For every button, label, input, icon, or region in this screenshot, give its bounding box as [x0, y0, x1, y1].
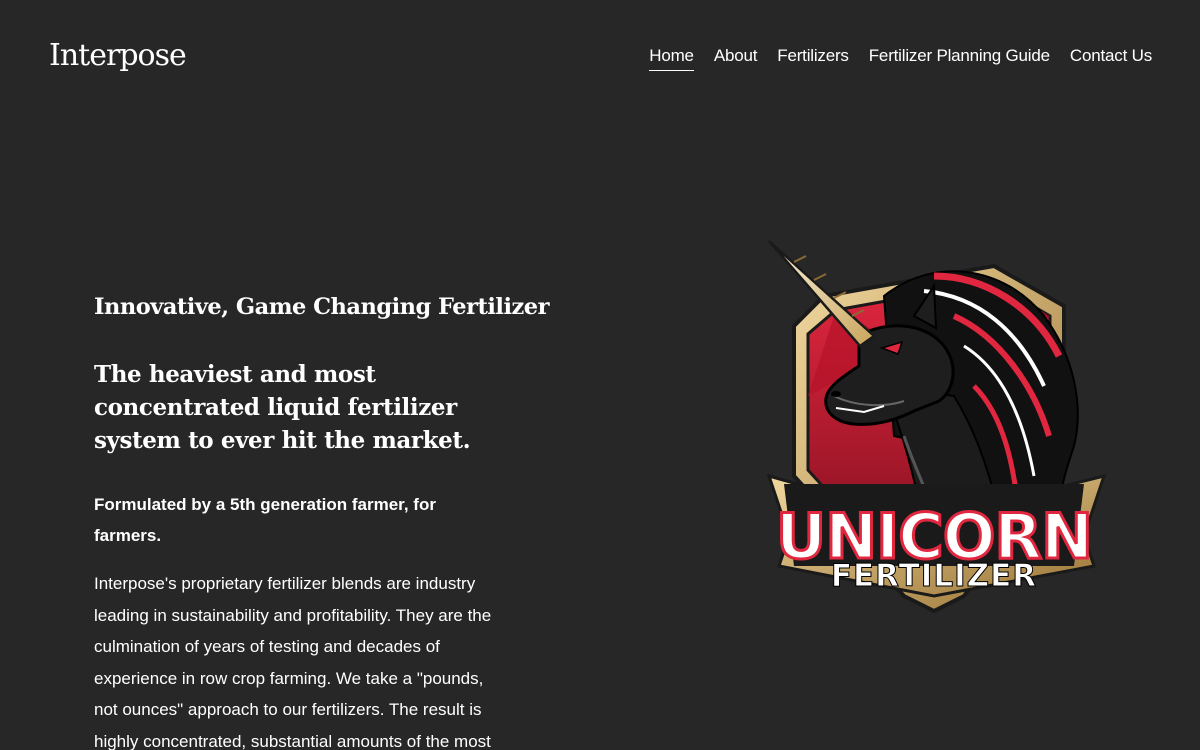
page: Interpose Home About Fertilizers Fertili…	[0, 0, 1200, 750]
nav-fertilizer-planning-guide[interactable]: Fertilizer Planning Guide	[869, 46, 1050, 71]
main-nav: Home About Fertilizers Fertilizer Planni…	[649, 46, 1152, 71]
hero-tagline: Formulated by a 5th generation farmer, f…	[94, 495, 436, 546]
hero-subheadline: The heaviest and most concentrated liqui…	[94, 361, 471, 455]
hero-text: Innovative, Game Changing Fertilizer The…	[94, 293, 549, 750]
nav-home[interactable]: Home	[649, 46, 694, 71]
logo-text-fertilizer: FERTILIZER	[831, 558, 1037, 594]
nav-about[interactable]: About	[714, 46, 758, 71]
unicorn-fertilizer-logo-image: UNICORN FERTILIZER	[764, 236, 1108, 616]
unicorn-logo-graphic: UNICORN FERTILIZER	[766, 240, 1107, 614]
hero-body: Interpose's proprietary fertilizer blend…	[94, 574, 492, 750]
nav-contact-us[interactable]: Contact Us	[1070, 46, 1152, 71]
nav-fertilizers[interactable]: Fertilizers	[777, 46, 849, 71]
site-logo[interactable]: Interpose	[49, 38, 187, 73]
hero-headline: Innovative, Game Changing Fertilizer	[94, 294, 549, 320]
